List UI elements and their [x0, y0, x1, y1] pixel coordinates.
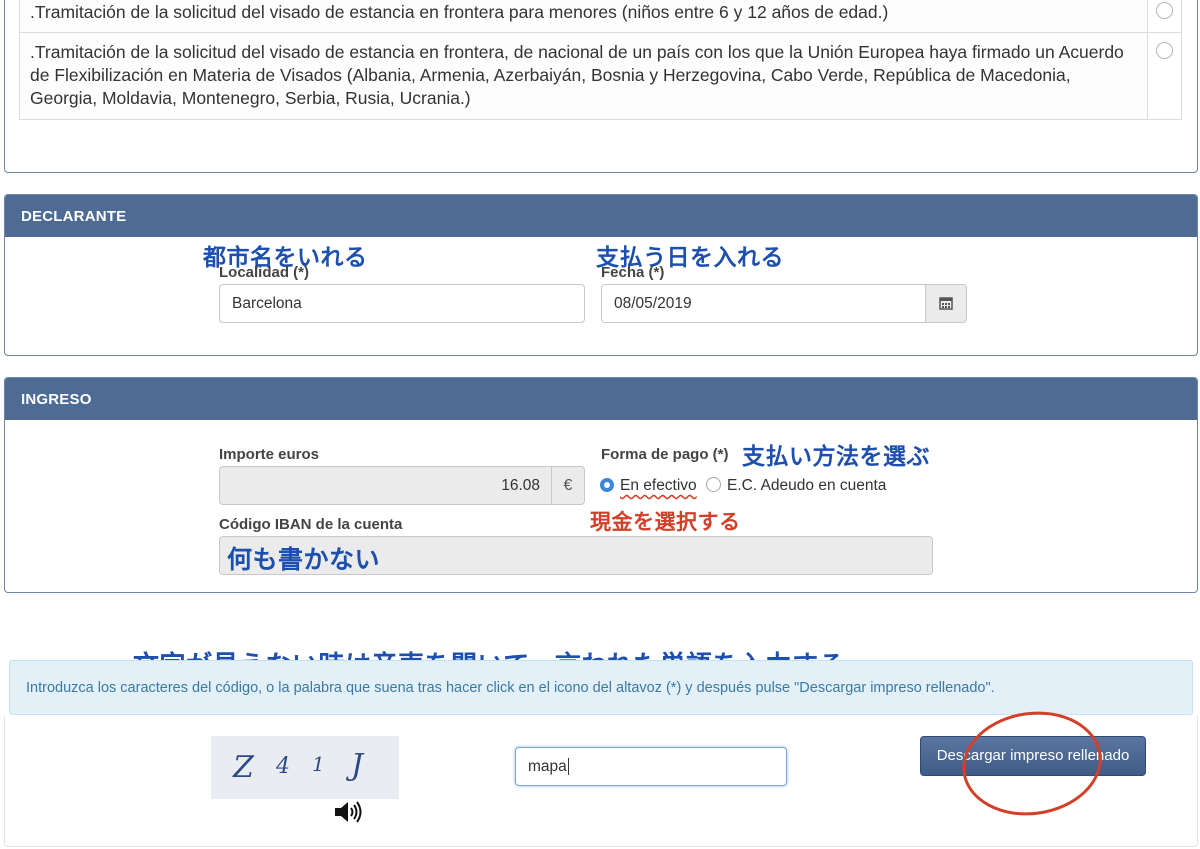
captcha-char: 1 [312, 752, 325, 776]
adeudo-cuenta-label: E.C. Adeudo en cuenta [727, 477, 887, 494]
speaker-button[interactable] [333, 800, 363, 829]
captcha-instructions: Introduzca los caracteres del código, o … [9, 660, 1193, 715]
captcha-input[interactable]: mapa [515, 747, 787, 786]
iban-label: Código IBAN de la cuenta [219, 516, 403, 533]
radio-adeudo-cuenta[interactable]: E.C. Adeudo en cuenta [706, 477, 886, 495]
calendar-icon [939, 297, 953, 310]
importe-input: 16.08 [219, 466, 553, 505]
captcha-char: 4 [276, 754, 290, 779]
captcha-instructions-text: Introduzca los caracteres del código, o … [26, 680, 995, 696]
fecha-input[interactable]: 08/05/2019 [601, 284, 927, 323]
download-form-button[interactable]: Descargar impreso rellenado [920, 736, 1146, 776]
calendar-button[interactable] [925, 284, 967, 323]
captcha-input-value: mapa [528, 758, 567, 775]
radio-selected[interactable] [600, 478, 614, 492]
radio-en-efectivo[interactable]: En efectivo [600, 477, 697, 495]
text-cursor [567, 758, 569, 775]
captcha-char: J [351, 748, 364, 783]
visa-options-table: .Tramitación de la solicitud del visado … [19, 0, 1182, 120]
currency-addon: € [551, 466, 585, 505]
visa-option-radio[interactable] [1156, 2, 1173, 19]
radio-unselected[interactable] [706, 477, 721, 492]
captcha-char: Z [233, 750, 254, 785]
visa-option-text: .Tramitación de la solicitud del visado … [19, 32, 1148, 120]
visa-option-text: .Tramitación de la solicitud del visado … [19, 0, 1148, 33]
speaker-icon [335, 801, 362, 823]
forma-pago-label: Forma de pago (*) [601, 446, 729, 463]
note-efectivo: 現金を選択する [590, 511, 741, 534]
localidad-label: Localidad (*) [219, 264, 310, 281]
note-forma: 支払い方法を選ぶ [742, 443, 930, 469]
visa-option-row[interactable]: .Tramitación de la solicitud del visado … [19, 32, 1182, 120]
captcha-image: Z 4 1 J [211, 736, 399, 799]
visa-option-row[interactable]: .Tramitación de la solicitud del visado … [19, 0, 1182, 33]
visa-option-radio[interactable] [1156, 42, 1173, 59]
localidad-input[interactable]: Barcelona [219, 284, 585, 323]
note-iban: 何も書かない [227, 546, 381, 574]
importe-label: Importe euros [219, 446, 320, 463]
ingreso-heading: INGRESO [5, 378, 1197, 420]
en-efectivo-label: En efectivo [620, 477, 697, 494]
declarante-heading: DECLARANTE [5, 195, 1197, 237]
fecha-label: Fecha (*) [601, 264, 665, 281]
